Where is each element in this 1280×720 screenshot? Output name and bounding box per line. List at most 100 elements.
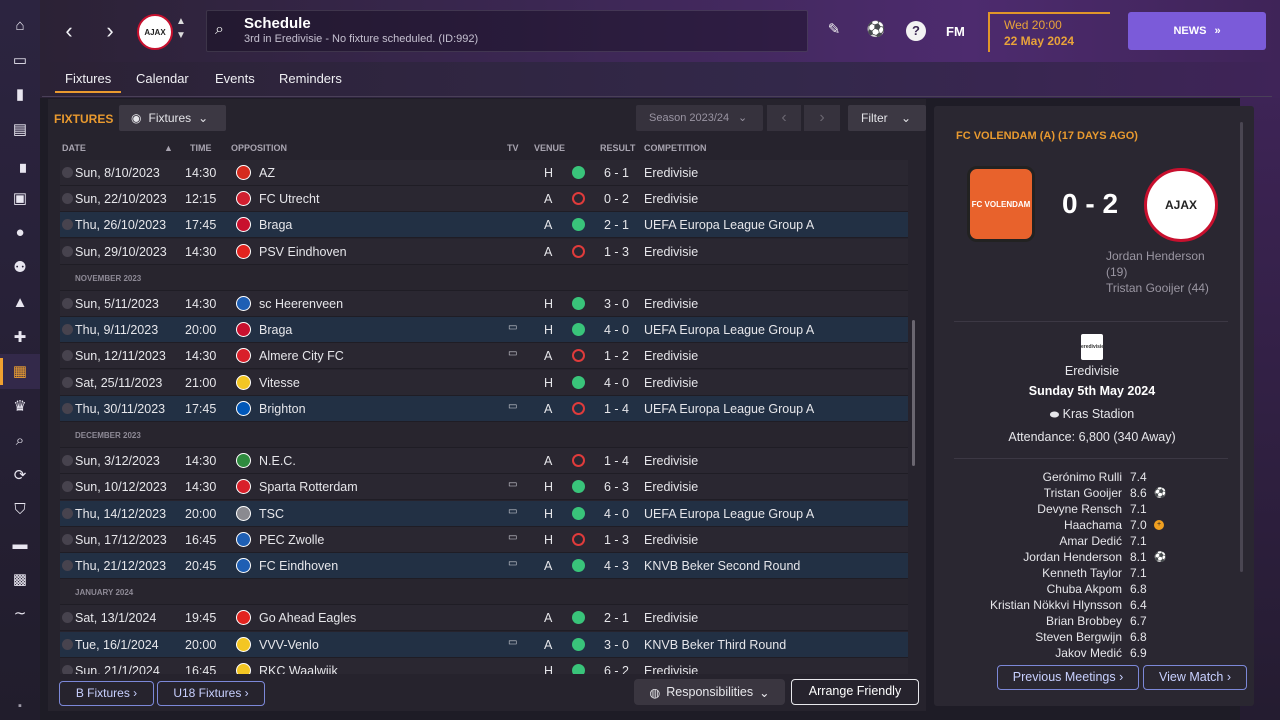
- finances-icon[interactable]: ▬: [0, 527, 40, 562]
- fixture-opp[interactable]: VVV-Venlo: [259, 638, 319, 652]
- sidebar-footer-icon[interactable]: ▪: [0, 700, 40, 712]
- fixture-opp[interactable]: N.E.C.: [259, 454, 296, 468]
- home-team-badge[interactable]: FC VOLENDAM: [967, 166, 1035, 242]
- reports-icon[interactable]: ▤: [0, 112, 40, 147]
- scouting-icon[interactable]: ▲: [0, 285, 40, 320]
- search-box[interactable]: ⌕ Schedule 3rd in Eredivisie - No fixtur…: [206, 10, 808, 52]
- col-date[interactable]: DATE: [62, 143, 86, 153]
- fixtures-view-dropdown[interactable]: ◉ Fixtures ⌄: [119, 105, 226, 131]
- col-competition[interactable]: COMPETITION: [644, 143, 707, 153]
- player-rating-row[interactable]: Kenneth Taylor 7.1: [934, 566, 1250, 582]
- fixture-row[interactable]: Sat, 25/11/2023 21:00 Vitesse H 4 - 0 Eredivi…: [60, 369, 908, 396]
- fixture-opp[interactable]: Go Ahead Eagles: [259, 611, 356, 625]
- club-badge[interactable]: AJAX: [137, 14, 173, 50]
- fixture-row[interactable]: Sun, 5/11/2023 14:30 sc Heerenveen H 3 - 0 Er…: [60, 291, 908, 317]
- fixture-row[interactable]: Sun, 8/10/2023 14:30 AZ H 6 - 1 Eredivisie: [60, 160, 908, 186]
- training-icon[interactable]: ●: [0, 216, 40, 251]
- col-result[interactable]: RESULT: [600, 143, 635, 153]
- fixture-opp[interactable]: Braga: [259, 218, 292, 232]
- trends-icon[interactable]: ∼: [0, 596, 40, 631]
- away-team-badge[interactable]: AJAX: [1144, 168, 1218, 242]
- col-time[interactable]: TIME: [190, 143, 212, 153]
- player-rating-row[interactable]: Amar Dedić 7.1: [934, 534, 1250, 550]
- table-scrollbar[interactable]: [912, 320, 915, 466]
- player-rating-row[interactable]: Devyne Rensch 7.1: [934, 502, 1250, 518]
- col-opposition[interactable]: OPPOSITION: [231, 143, 287, 153]
- player-rating-row[interactable]: Kristian Nökkvi Hlynsson 6.4: [934, 598, 1250, 614]
- fixture-opp[interactable]: Vitesse: [259, 376, 300, 390]
- fixture-row[interactable]: Sun, 21/1/2024 16:45 RKC Waalwijk H 6 - 2 Ere…: [60, 657, 908, 674]
- tactics-icon[interactable]: ▗: [0, 146, 40, 181]
- player-rating-row[interactable]: Jakov Medić 6.9: [934, 646, 1250, 662]
- fixture-row[interactable]: Sun, 3/12/2023 14:30 N.E.C. A 1 - 4 Eredivisi…: [60, 448, 908, 475]
- arrange-friendly-button[interactable]: Arrange Friendly: [791, 679, 919, 705]
- fixture-opp[interactable]: FC Utrecht: [259, 192, 319, 206]
- fixture-row[interactable]: Sun, 10/12/2023 14:30 Sparta Rotterdam H 6 -…: [60, 474, 908, 501]
- fixture-opp[interactable]: PSV Eindhoven: [259, 245, 347, 259]
- tab-reminders[interactable]: Reminders: [269, 67, 352, 93]
- help-icon[interactable]: ?: [906, 21, 926, 41]
- competitions-icon[interactable]: ♛: [0, 389, 40, 424]
- fixture-opp[interactable]: AZ: [259, 166, 275, 180]
- col-tv[interactable]: TV: [507, 143, 519, 153]
- fixture-opp[interactable]: Sparta Rotterdam: [259, 480, 358, 494]
- previous-season-button[interactable]: ‹: [767, 105, 801, 131]
- fixture-row[interactable]: Thu, 30/11/2023 17:45 Brighton A 1 - 4 UEFA E…: [60, 395, 908, 422]
- fixture-row[interactable]: Sun, 29/10/2023 14:30 PSV Eindhoven A 1 - 3 E…: [60, 238, 908, 265]
- fixture-opp[interactable]: PEC Zwolle: [259, 533, 324, 547]
- chevron-up-icon[interactable]: ▲: [176, 16, 186, 27]
- fixture-row[interactable]: Thu, 21/12/2023 20:45 FC Eindhoven A 4 - 3 KN…: [60, 553, 908, 579]
- fixture-row[interactable]: Sun, 12/11/2023 14:30 Almere City FC A 1 - 2…: [60, 343, 908, 370]
- col-venue[interactable]: VENUE: [534, 143, 565, 153]
- fixture-opp[interactable]: Almere City FC: [259, 349, 344, 363]
- inbox-icon[interactable]: ▭: [0, 43, 40, 78]
- fixture-opp[interactable]: TSC: [259, 507, 284, 521]
- pencil-icon[interactable]: ✎: [823, 20, 845, 38]
- player-rating-row[interactable]: Tristan Gooijer 8.6 ⚽: [934, 486, 1250, 502]
- fixture-row[interactable]: Tue, 16/1/2024 20:00 VVV-Venlo A 3 - 0 KNVB B…: [60, 631, 908, 658]
- forward-arrow-icon[interactable]: ›: [98, 20, 122, 42]
- fixture-row[interactable]: Sun, 22/10/2023 12:15 FC Utrecht A 0 - 2 Ered…: [60, 186, 908, 213]
- player-rating-row[interactable]: Steven Bergwijn 6.8: [934, 630, 1250, 646]
- fixture-row[interactable]: Sat, 13/1/2024 19:45 Go Ahead Eagles A 2 - 1…: [60, 605, 908, 632]
- player-rating-row[interactable]: Chuba Akpom 6.8: [934, 582, 1250, 598]
- football-icon[interactable]: ⚽: [865, 20, 887, 38]
- fixture-row[interactable]: Sun, 17/12/2023 16:45 PEC Zwolle H 1 - 3 Ered…: [60, 526, 908, 553]
- tab-fixtures[interactable]: Fixtures: [55, 67, 122, 93]
- tab-calendar[interactable]: Calendar: [126, 67, 199, 93]
- fixture-row[interactable]: Thu, 14/12/2023 20:00 TSC H 4 - 0 UEFA Europa…: [60, 500, 908, 527]
- staff-icon[interactable]: ⚉: [0, 250, 40, 285]
- fixture-opp[interactable]: FC Eindhoven: [259, 559, 338, 573]
- back-arrow-icon[interactable]: ‹: [57, 20, 81, 42]
- filter-button[interactable]: Filter ⌄: [848, 105, 926, 131]
- tab-events[interactable]: Events: [205, 67, 265, 93]
- schedule-icon[interactable]: ▦: [0, 353, 40, 389]
- next-season-button[interactable]: ›: [804, 105, 840, 131]
- player-rating-row[interactable]: Haachama 7.0 +: [934, 518, 1250, 534]
- chevron-down-icon[interactable]: ▼: [176, 30, 186, 41]
- fixture-row[interactable]: Thu, 26/10/2023 17:45 Braga A 2 - 1 UEFA Euro…: [60, 212, 908, 239]
- fixture-opp[interactable]: RKC Waalwijk: [259, 664, 338, 674]
- home-icon[interactable]: ⌂: [0, 8, 40, 43]
- last-match-title[interactable]: FC VOLENDAM (A) (17 DAYS AGO): [956, 130, 1138, 142]
- dev-centre-icon[interactable]: ▩: [0, 562, 40, 597]
- club-info-icon[interactable]: ⛉: [0, 492, 40, 527]
- medical-icon[interactable]: ✚: [0, 319, 40, 354]
- season-dropdown[interactable]: Season 2023/24 ⌄: [636, 105, 763, 131]
- previous-meetings-button[interactable]: Previous Meetings ›: [997, 665, 1139, 690]
- responsibilities-button[interactable]: ◍ Responsibilities ⌄: [634, 679, 785, 705]
- squad-icon[interactable]: ▮: [0, 77, 40, 112]
- player-rating-row[interactable]: Brian Brobbey 6.7: [934, 614, 1250, 630]
- fixture-opp[interactable]: sc Heerenveen: [259, 297, 343, 311]
- fm-menu-button[interactable]: FM: [946, 24, 965, 39]
- fixture-row[interactable]: Thu, 9/11/2023 20:00 Braga H 4 - 0 UEFA Europ…: [60, 317, 908, 344]
- player-rating-row[interactable]: Jordan Henderson 8.1 ⚽: [934, 550, 1250, 566]
- news-button[interactable]: NEWS »: [1128, 12, 1266, 50]
- search-players-icon[interactable]: ⌕: [0, 423, 40, 458]
- panel-scrollbar[interactable]: [1240, 122, 1243, 572]
- transfers-icon[interactable]: ⟳: [0, 458, 40, 493]
- fixture-opp[interactable]: Brighton: [259, 402, 306, 416]
- player-rating-row[interactable]: Gerónimo Rulli 7.4: [934, 470, 1250, 486]
- fixture-opp[interactable]: Braga: [259, 323, 292, 337]
- view-match-button[interactable]: View Match ›: [1143, 665, 1247, 690]
